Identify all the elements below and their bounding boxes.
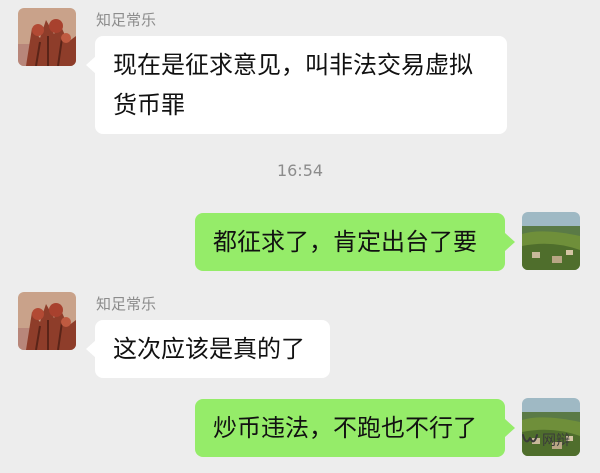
watermark-text: 网辩 bbox=[542, 433, 570, 449]
message-bubble-outgoing[interactable]: 都征求了，肯定出台了要 bbox=[195, 213, 505, 271]
wechat-channel-icon bbox=[521, 432, 539, 448]
message-line: 现在是征求意见，叫非法交易虚拟 bbox=[113, 51, 473, 79]
message-bubble-incoming[interactable]: 这次应该是真的了 bbox=[95, 320, 330, 378]
avatar-contact[interactable] bbox=[18, 292, 76, 350]
message-bubble-incoming[interactable]: 现在是征求意见，叫非法交易虚拟 货币罪 bbox=[95, 36, 507, 134]
avatar-image bbox=[18, 292, 76, 350]
avatar-contact[interactable] bbox=[18, 8, 76, 66]
watermark: 网辩 bbox=[521, 430, 570, 450]
message-line: 这次应该是真的了 bbox=[113, 335, 305, 363]
sender-name: 知足常乐 bbox=[96, 295, 157, 313]
message-bubble-outgoing[interactable]: 炒币违法，不跑也不行了 bbox=[195, 399, 505, 457]
avatar-image bbox=[18, 8, 76, 66]
avatar-self[interactable] bbox=[522, 212, 580, 270]
avatar-image bbox=[522, 212, 580, 270]
sender-name: 知足常乐 bbox=[96, 11, 157, 29]
message-line: 炒币违法，不跑也不行了 bbox=[213, 414, 477, 442]
message-line: 都征求了，肯定出台了要 bbox=[213, 228, 477, 256]
bubble-tail bbox=[505, 419, 515, 437]
timestamp: 16:54 bbox=[276, 161, 324, 180]
message-line: 货币罪 bbox=[113, 91, 185, 119]
bubble-tail bbox=[505, 233, 515, 251]
